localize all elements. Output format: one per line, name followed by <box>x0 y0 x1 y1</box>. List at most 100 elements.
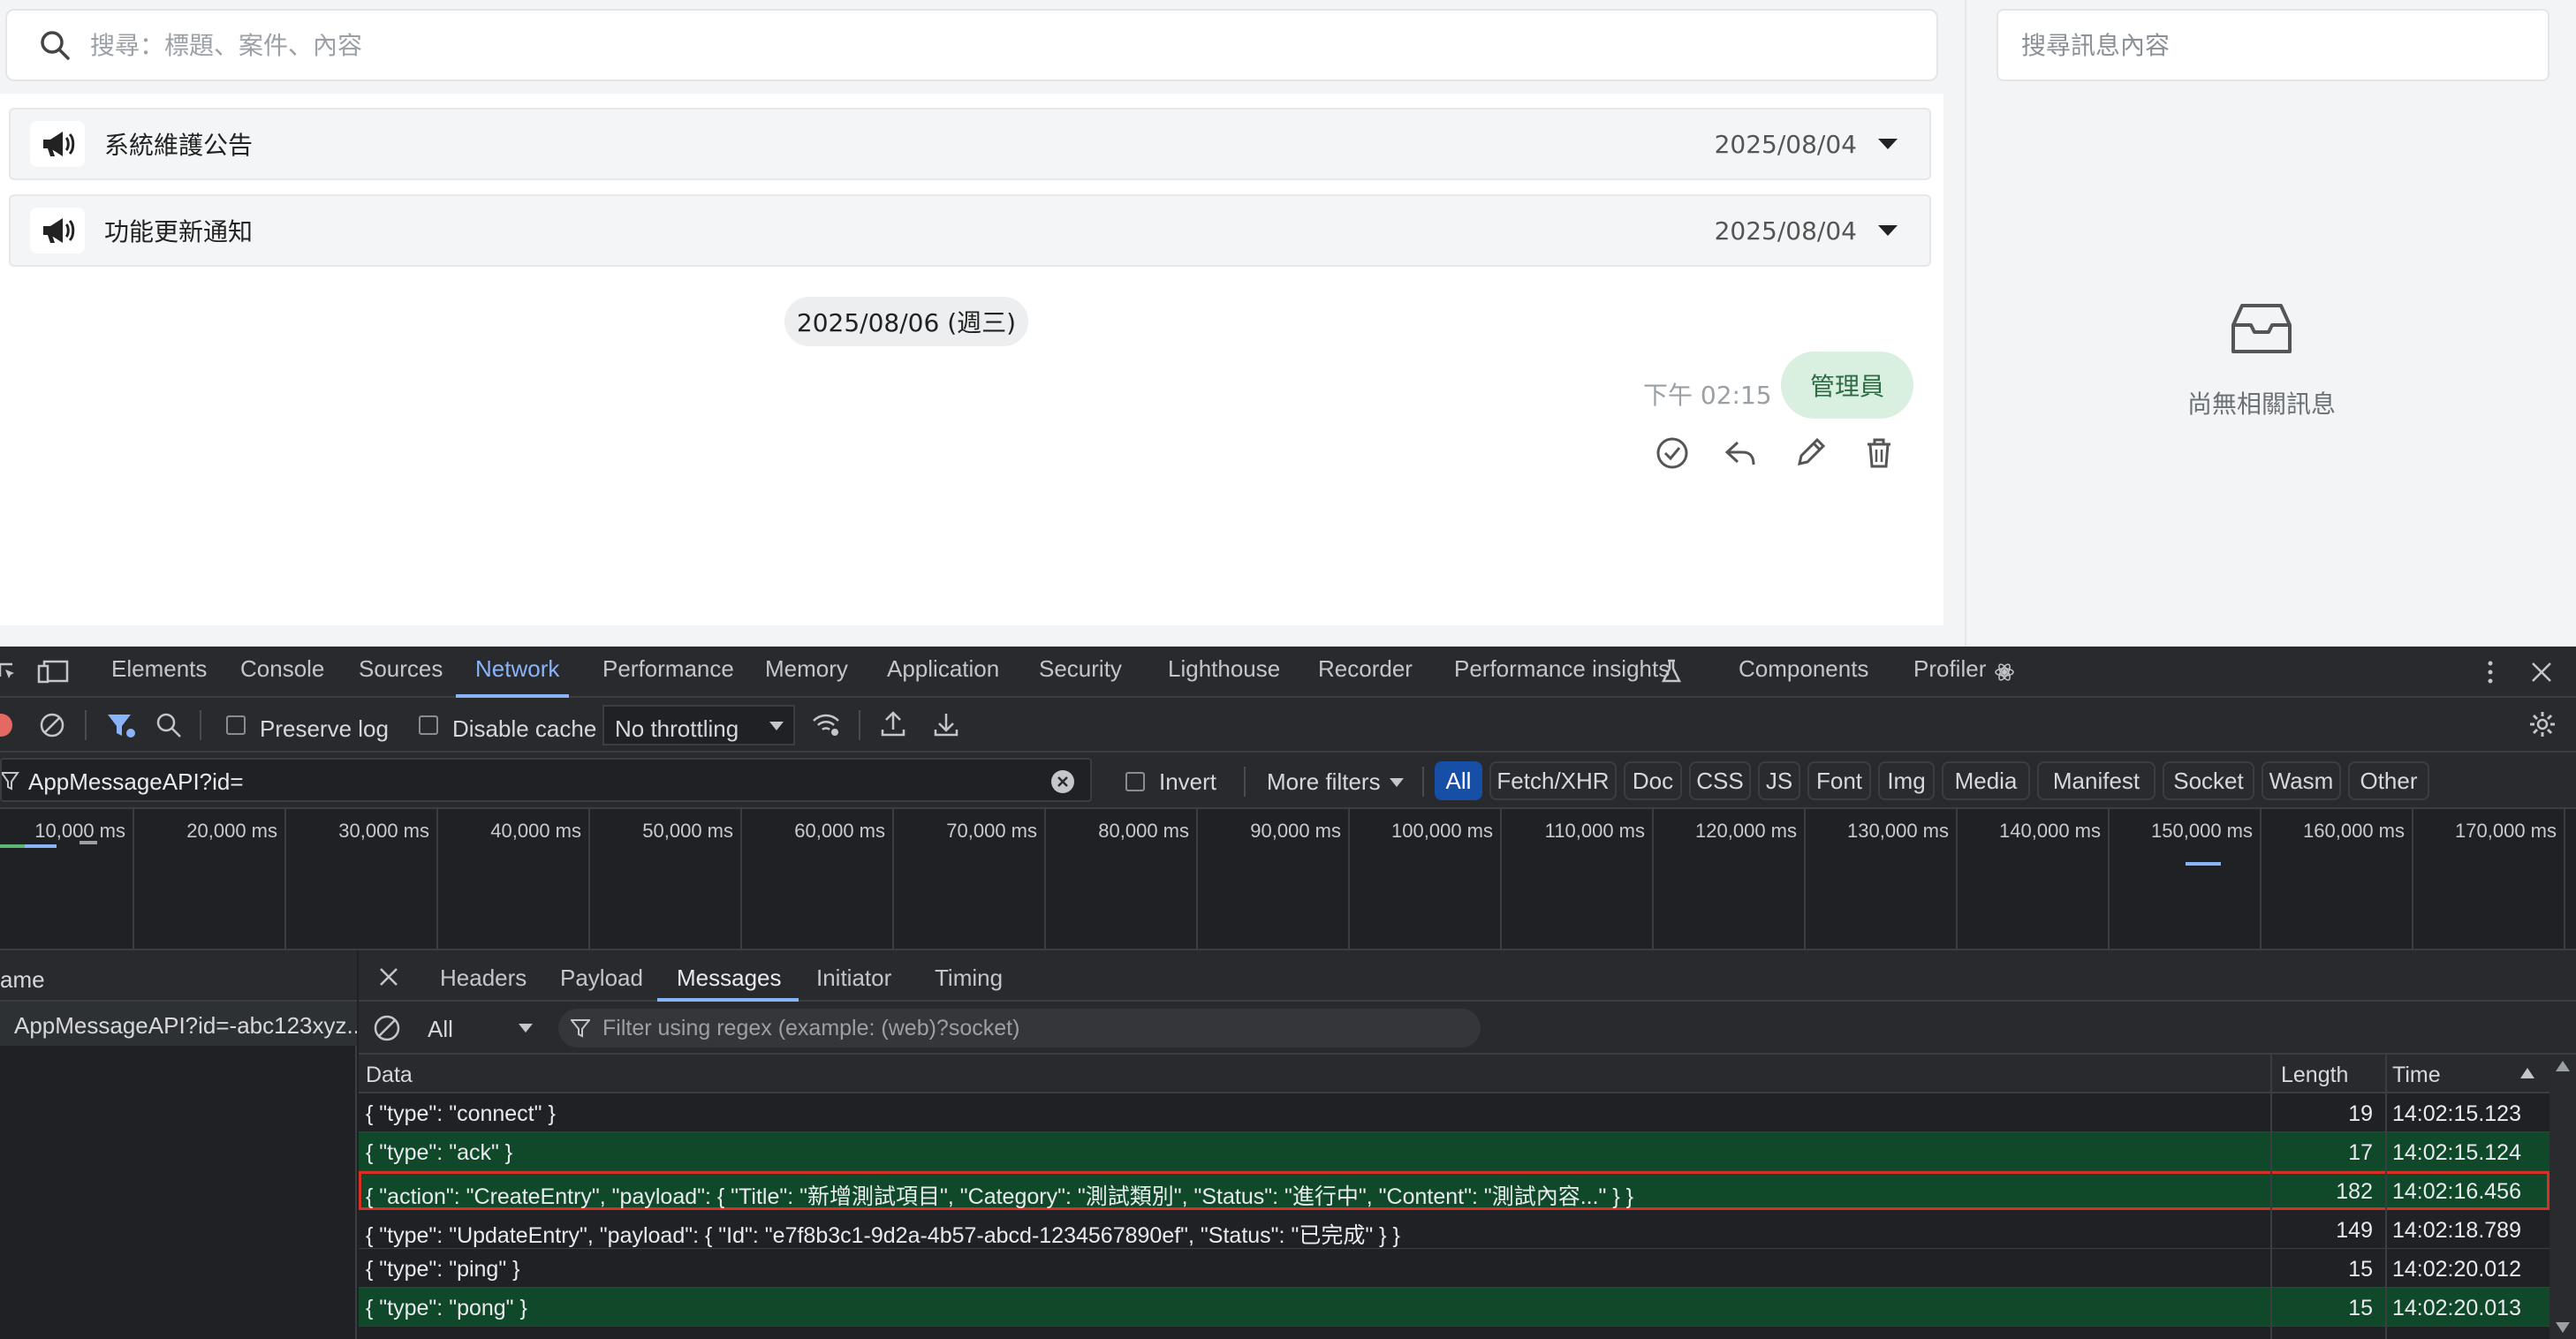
tab-profiler[interactable]: Profiler <box>1913 655 1986 683</box>
record-icon[interactable] <box>0 712 14 738</box>
message-type-select[interactable]: All <box>420 1009 544 1048</box>
close-icon[interactable] <box>378 966 399 987</box>
tab-performance-insights[interactable]: Performance insights <box>1454 655 1670 683</box>
filter-type-media[interactable]: Media <box>1942 761 2030 800</box>
message-search-input[interactable] <box>2021 30 2516 60</box>
messages-filter-bar: All Filter using regex (example: (web)?s… <box>359 1002 2576 1055</box>
name-column-header[interactable]: ame <box>0 950 357 1002</box>
filter-type-js[interactable]: JS <box>1758 761 1800 800</box>
filter-type-other[interactable]: Other <box>2348 761 2429 800</box>
device-toggle-icon[interactable] <box>37 659 69 685</box>
announcement-item[interactable]: 系統維護公告 2025/08/04 <box>9 108 1931 180</box>
column-header-length[interactable]: Length <box>2281 1063 2348 1088</box>
message-length: 182 <box>2336 1179 2373 1204</box>
search-input[interactable] <box>90 30 1769 60</box>
scroll-down-icon[interactable] <box>2555 1321 2571 1334</box>
scroll-up-icon[interactable] <box>2555 1060 2571 1072</box>
filter-icon[interactable] <box>106 712 136 738</box>
tab-memory[interactable]: Memory <box>765 655 848 683</box>
detail-tab-bar: Headers Payload Messages Initiator Timin… <box>359 950 2576 1002</box>
detail-tab-headers[interactable]: Headers <box>440 965 527 992</box>
throttling-value: No throttling <box>615 715 739 742</box>
message-search-box[interactable] <box>1996 9 2549 81</box>
message-length: 17 <box>2348 1140 2373 1165</box>
message-row[interactable]: { "type": "connect" } 19 14:02:15.123 <box>359 1093 2549 1132</box>
clear-messages-icon[interactable] <box>373 1014 401 1042</box>
message-time: 14:02:18.789 <box>2392 1218 2521 1243</box>
clear-filter-icon[interactable] <box>1049 768 1076 795</box>
filter-input-value[interactable]: AppMessageAPI?id= <box>28 768 244 796</box>
message-length: 19 <box>2348 1101 2373 1126</box>
clear-icon[interactable] <box>39 712 65 738</box>
filter-type-img[interactable]: Img <box>1878 761 1935 800</box>
filter-type-wasm[interactable]: Wasm <box>2262 761 2341 800</box>
tab-elements[interactable]: Elements <box>111 655 207 683</box>
devtools-panel: Elements Console Sources Network Perform… <box>0 647 2576 1339</box>
request-name-column: ame AppMessageAPI?id=-abc123xyz... <box>0 950 357 1339</box>
message-row[interactable]: { "type": "ping" } 15 14:02:20.012 <box>359 1249 2549 1288</box>
check-circle-icon[interactable] <box>1650 431 1694 475</box>
timeline-tick-label: 60,000 ms <box>794 820 885 842</box>
detail-tab-initiator[interactable]: Initiator <box>816 965 891 992</box>
tab-network[interactable]: Network <box>475 655 559 683</box>
separator <box>85 710 87 740</box>
network-timeline[interactable]: 10,000 ms 20,000 ms 30,000 ms 40,000 ms 50,0… <box>0 809 2576 950</box>
search-bar[interactable] <box>5 9 1938 81</box>
caret-down-icon[interactable] <box>1876 137 1899 151</box>
megaphone-icon <box>30 208 85 253</box>
filter-input-box[interactable]: AppMessageAPI?id= <box>0 758 1092 802</box>
caret-down-icon[interactable] <box>1389 777 1405 788</box>
request-row[interactable]: AppMessageAPI?id=-abc123xyz... <box>0 1002 357 1046</box>
inspect-icon[interactable] <box>0 661 18 685</box>
filter-type-all[interactable]: All <box>1435 761 1482 800</box>
upload-icon[interactable] <box>880 710 906 738</box>
settings-gear-icon[interactable] <box>2528 710 2557 738</box>
filter-type-socket[interactable]: Socket <box>2163 761 2254 800</box>
tab-application[interactable]: Application <box>887 655 999 683</box>
regex-filter-input[interactable]: Filter using regex (example: (web)?socke… <box>558 1009 1481 1048</box>
column-header-time[interactable]: Time <box>2392 1063 2441 1088</box>
message-row[interactable]: { "type": "ack" } 17 14:02:15.124 <box>359 1132 2549 1171</box>
tab-components[interactable]: Components <box>1739 655 1868 683</box>
timeline-tick-label: 110,000 ms <box>1544 820 1645 842</box>
caret-down-icon[interactable] <box>1876 223 1899 238</box>
tab-performance[interactable]: Performance <box>602 655 734 683</box>
detail-tab-payload[interactable]: Payload <box>560 965 643 992</box>
throttling-select[interactable]: No throttling <box>602 705 795 745</box>
filter-type-font[interactable]: Font <box>1807 761 1871 800</box>
message-row[interactable]: { "type": "pong" } 15 14:02:20.013 <box>359 1288 2549 1327</box>
tab-console[interactable]: Console <box>240 655 324 683</box>
close-icon[interactable] <box>2530 661 2553 684</box>
tab-security[interactable]: Security <box>1039 655 1122 683</box>
invert-checkbox[interactable] <box>1125 772 1145 791</box>
tab-sources[interactable]: Sources <box>359 655 443 683</box>
message-time: 14:02:20.013 <box>2392 1296 2521 1320</box>
vertical-scrollbar[interactable] <box>2549 1055 2576 1339</box>
tab-recorder[interactable]: Recorder <box>1318 655 1413 683</box>
edit-icon[interactable] <box>1788 431 1832 475</box>
timeline-tick-label: 50,000 ms <box>642 820 733 842</box>
network-conditions-icon[interactable] <box>811 710 841 738</box>
message-bubble[interactable]: 管理員 <box>1781 352 1913 419</box>
detail-tab-timing[interactable]: Timing <box>935 965 1003 992</box>
download-icon[interactable] <box>933 710 959 738</box>
message-row[interactable]: { "type": "UpdateEntry", "payload": { "I… <box>359 1210 2549 1249</box>
column-header-data[interactable]: Data <box>366 1063 413 1088</box>
detail-tab-messages[interactable]: Messages <box>677 965 782 992</box>
filter-type-fetch-xhr[interactable]: Fetch/XHR <box>1489 761 1617 800</box>
more-vertical-icon[interactable] <box>2484 659 2496 685</box>
message-length: 149 <box>2336 1218 2373 1243</box>
filter-type-css[interactable]: CSS <box>1689 761 1751 800</box>
announcement-item[interactable]: 功能更新通知 2025/08/04 <box>9 194 1931 267</box>
filter-type-manifest[interactable]: Manifest <box>2037 761 2156 800</box>
trash-icon[interactable] <box>1857 431 1901 475</box>
sort-ascending-icon[interactable] <box>2519 1067 2535 1079</box>
filter-type-doc[interactable]: Doc <box>1624 761 1682 800</box>
tab-lighthouse[interactable]: Lighthouse <box>1168 655 1280 683</box>
message-row-highlighted[interactable]: { "action": "CreateEntry", "payload": { … <box>359 1171 2549 1210</box>
search-icon[interactable] <box>155 712 182 738</box>
reply-icon[interactable] <box>1719 431 1763 475</box>
disable-cache-checkbox[interactable] <box>419 715 438 735</box>
preserve-log-checkbox[interactable] <box>226 715 246 735</box>
more-filters-button[interactable]: More filters <box>1267 768 1381 796</box>
